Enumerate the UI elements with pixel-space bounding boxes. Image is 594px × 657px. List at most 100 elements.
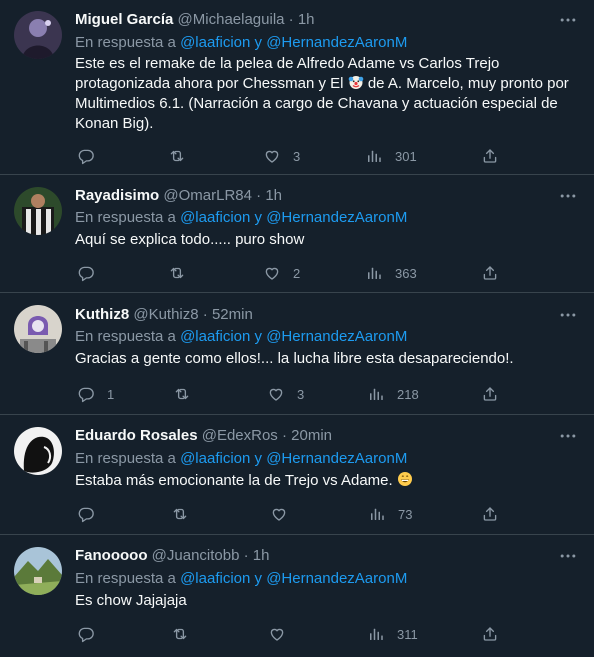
tweet-header: Miguel García @Michaelaguila · 1h <box>75 10 315 30</box>
author-name[interactable]: Kuthiz8 <box>75 306 129 323</box>
views-button[interactable]: 301 <box>365 146 417 166</box>
more-options-icon[interactable] <box>558 426 580 446</box>
share-icon <box>481 505 499 523</box>
timestamp[interactable]: 1h <box>298 11 315 28</box>
reply-icon <box>77 625 95 643</box>
view-count: 311 <box>397 626 418 642</box>
mention-link[interactable]: @HernandezAaronM <box>266 34 407 51</box>
view-count: 301 <box>395 148 417 164</box>
reply-prefix: En respuesta a <box>75 34 176 51</box>
share-button[interactable] <box>481 146 499 166</box>
mention-link[interactable]: @HernandezAaronM <box>266 570 407 587</box>
tweet[interactable]: Eduardo Rosales @EdexRos · 20min En resp… <box>0 415 594 535</box>
retweet-button[interactable] <box>168 263 186 283</box>
timestamp[interactable]: 52min <box>212 306 253 323</box>
like-button[interactable] <box>270 504 300 524</box>
views-icon <box>367 385 385 403</box>
tweet-text: Aquí se explica todo..... puro show <box>75 231 305 248</box>
reply-conjunction: y <box>254 328 263 345</box>
retweet-button[interactable] <box>173 384 191 404</box>
like-button[interactable]: 3 <box>267 384 304 404</box>
mention-link[interactable]: @laaficion <box>180 328 250 345</box>
author-handle[interactable]: @OmarLR84 <box>163 187 252 204</box>
retweet-button[interactable] <box>171 504 189 524</box>
tweet[interactable]: Kuthiz8 @Kuthiz8 · 52min En respuesta a … <box>0 293 594 415</box>
avatar[interactable] <box>14 305 62 353</box>
author-name[interactable]: Rayadisimo <box>75 187 159 204</box>
share-icon <box>481 147 499 165</box>
share-button[interactable] <box>481 624 499 644</box>
reply-conjunction: y <box>254 34 263 51</box>
more-options-icon[interactable] <box>558 546 580 566</box>
like-icon <box>268 625 286 643</box>
tweet-header: Rayadisimo @OmarLR84 · 1h <box>75 186 282 206</box>
author-handle[interactable]: @Kuthiz8 <box>133 306 198 323</box>
like-count: 2 <box>293 265 301 281</box>
like-button[interactable] <box>268 624 298 644</box>
mention-link[interactable]: @laaficion <box>180 450 250 467</box>
author-handle[interactable]: @Juancitobb <box>152 547 240 564</box>
timestamp[interactable]: 1h <box>265 187 282 204</box>
more-options-icon[interactable] <box>558 305 580 325</box>
reply-context: En respuesta a @laaficion y @HernandezAa… <box>75 327 407 347</box>
share-button[interactable] <box>481 504 499 524</box>
mention-link[interactable]: @laaficion <box>180 34 250 51</box>
views-button[interactable]: 311 <box>367 624 418 644</box>
author-name[interactable]: Miguel García <box>75 11 173 28</box>
grinning-face-emoji <box>397 471 413 487</box>
like-button[interactable]: 2 <box>263 263 300 283</box>
more-options-icon[interactable] <box>558 186 580 206</box>
tweet-text: Estaba más emocionante la de Trejo vs Ad… <box>75 471 575 491</box>
views-button[interactable]: 73 <box>368 504 412 524</box>
share-button[interactable] <box>481 384 499 404</box>
like-icon <box>267 385 285 403</box>
reply-button[interactable] <box>77 263 107 283</box>
timestamp[interactable]: 20min <box>291 427 332 444</box>
author-name[interactable]: Eduardo Rosales <box>75 427 198 444</box>
reply-count: 1 <box>107 386 115 402</box>
avatar[interactable] <box>14 11 62 59</box>
author-handle[interactable]: @EdexRos <box>202 427 278 444</box>
more-options-icon[interactable] <box>558 10 580 30</box>
mention-link[interactable]: @laaficion <box>180 209 250 226</box>
action-bar: 1 3 218 <box>75 384 515 404</box>
view-count: 73 <box>398 506 413 522</box>
author-handle[interactable]: @Michaelaguila <box>178 11 285 28</box>
reply-icon <box>77 505 95 523</box>
separator: · <box>288 11 294 28</box>
avatar[interactable] <box>14 187 62 235</box>
avatar[interactable] <box>14 547 62 595</box>
author-name[interactable]: Fanooooo <box>75 547 147 564</box>
avatar[interactable] <box>14 427 62 475</box>
retweet-icon <box>173 385 191 403</box>
tweet[interactable]: Fanooooo @Juancitobb · 1h En respuesta a… <box>0 535 594 657</box>
mention-link[interactable]: @HernandezAaronM <box>266 209 407 226</box>
separator: · <box>281 427 287 444</box>
views-button[interactable]: 363 <box>365 263 417 283</box>
timestamp[interactable]: 1h <box>253 547 270 564</box>
views-button[interactable]: 218 <box>367 384 419 404</box>
action-bar: 73 <box>75 504 515 524</box>
retweet-button[interactable] <box>168 146 186 166</box>
reply-button[interactable] <box>77 624 107 644</box>
share-icon <box>481 385 499 403</box>
share-button[interactable] <box>481 263 499 283</box>
reply-conjunction: y <box>254 450 263 467</box>
reply-prefix: En respuesta a <box>75 209 176 226</box>
share-icon <box>481 264 499 282</box>
reply-context: En respuesta a @laaficion y @HernandezAa… <box>75 33 407 53</box>
reply-button[interactable]: 1 <box>77 384 114 404</box>
mention-link[interactable]: @laaficion <box>180 570 250 587</box>
tweet-text: Este es el remake de la pelea de Alfredo… <box>75 54 575 134</box>
reply-button[interactable] <box>77 504 107 524</box>
like-button[interactable]: 3 <box>263 146 300 166</box>
tweet[interactable]: Rayadisimo @OmarLR84 · 1h En respuesta a… <box>0 175 594 293</box>
like-count: 3 <box>297 386 305 402</box>
mention-link[interactable]: @HernandezAaronM <box>266 450 407 467</box>
retweet-button[interactable] <box>171 624 189 644</box>
mention-link[interactable]: @HernandezAaronM <box>266 328 407 345</box>
tweet[interactable]: Miguel García @Michaelaguila · 1h En res… <box>0 0 594 175</box>
reply-conjunction: y <box>254 570 263 587</box>
retweet-icon <box>171 625 189 643</box>
reply-button[interactable] <box>77 146 107 166</box>
